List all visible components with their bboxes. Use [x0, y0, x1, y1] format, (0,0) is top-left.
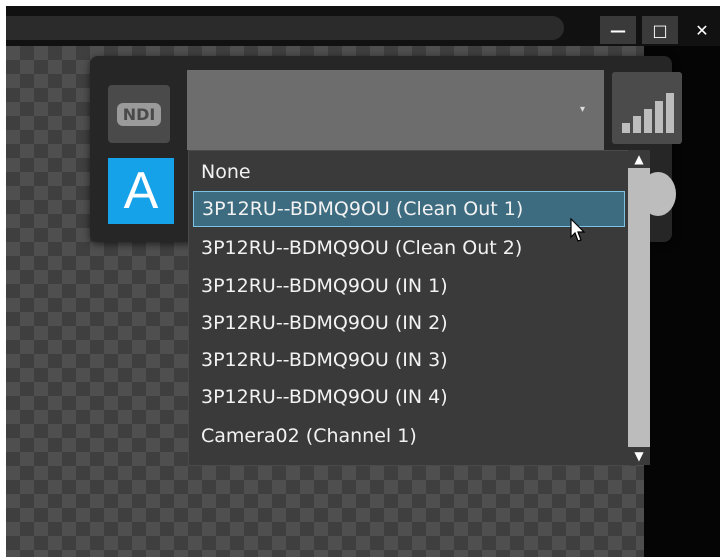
minimize-button[interactable]: — [600, 16, 636, 44]
mouse-cursor-icon [570, 218, 586, 242]
dropdown-option-in-3[interactable]: 3P12RU--BDMQ9OU (IN 3) [193, 343, 625, 379]
chevron-down-icon[interactable]: ▾ [580, 104, 585, 115]
source-select[interactable] [187, 70, 604, 150]
source-dropdown-list[interactable]: None 3P12RU--BDMQ9OU (Clean Out 1) 3P12R… [188, 150, 630, 466]
title-bar-field [6, 16, 564, 40]
dropdown-option-in-1[interactable]: 3P12RU--BDMQ9OU (IN 1) [193, 269, 625, 305]
channel-a-button[interactable]: A [108, 158, 174, 224]
dropdown-option-in-4[interactable]: 3P12RU--BDMQ9OU (IN 4) [193, 380, 625, 416]
dropdown-scrollbar[interactable]: ▲ ▼ [628, 150, 650, 465]
title-bar[interactable]: — □ ✕ [6, 6, 720, 46]
signal-strength-icon [612, 72, 682, 144]
dropdown-option-camera02[interactable]: Camera02 (Channel 1) [193, 419, 625, 455]
dropdown-option-none[interactable]: None [193, 155, 625, 191]
scroll-up-icon[interactable]: ▲ [628, 150, 650, 168]
ndi-logo-text: NDI [116, 102, 162, 126]
dropdown-option-in-2[interactable]: 3P12RU--BDMQ9OU (IN 2) [193, 306, 625, 342]
maximize-button[interactable]: □ [642, 16, 678, 44]
ndi-logo-badge: NDI [108, 85, 170, 143]
scroll-down-icon[interactable]: ▼ [628, 447, 650, 465]
dropdown-option-clean-out-2[interactable]: 3P12RU--BDMQ9OU (Clean Out 2) [193, 231, 625, 267]
dropdown-option-clean-out-1[interactable]: 3P12RU--BDMQ9OU (Clean Out 1) [193, 191, 625, 227]
close-button[interactable]: ✕ [684, 16, 720, 44]
